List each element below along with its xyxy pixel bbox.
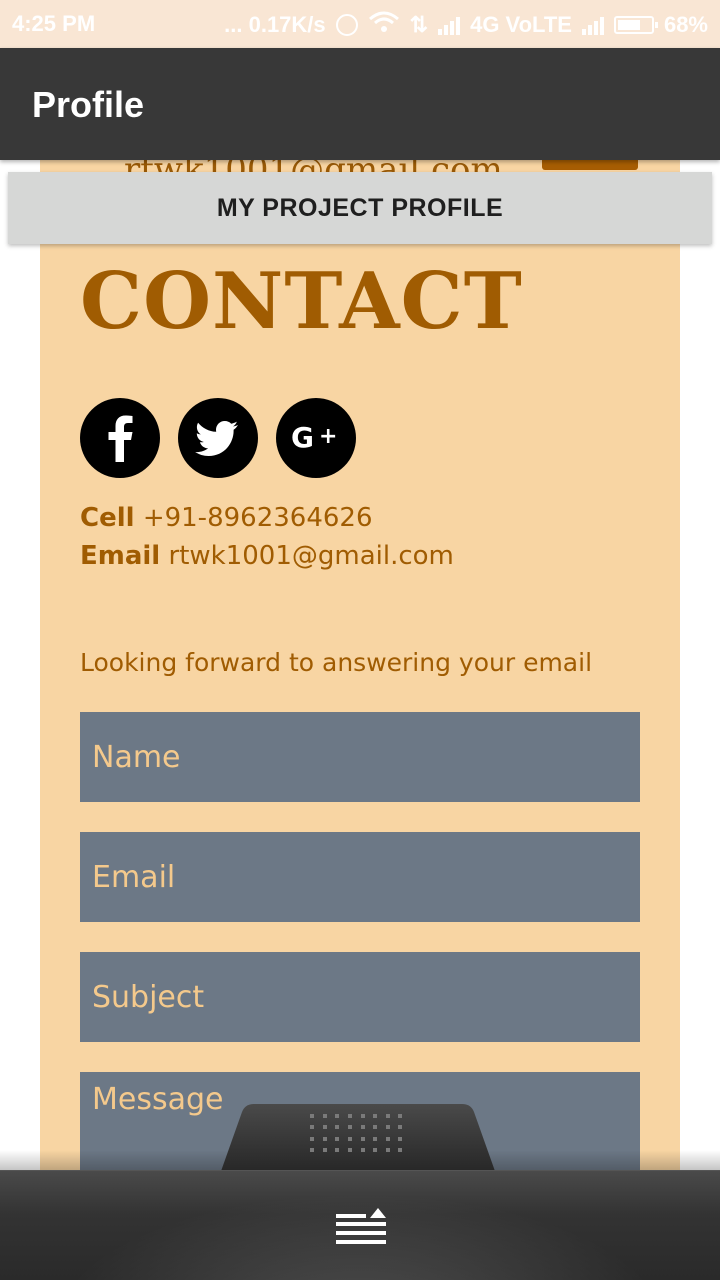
cell-value[interactable]: +91-8962364626 [143,503,373,533]
app-bar: Profile [0,48,720,160]
email-label: Email [80,541,161,571]
svg-text:G: G [291,421,314,454]
social-links: G + [80,398,356,478]
alarm-icon [335,14,358,36]
signal-icon [438,15,461,35]
wifi-icon [368,11,400,39]
network-speed: ... 0.17K/s [224,12,326,37]
svg-text:+: + [319,424,337,449]
email-field[interactable]: Email [80,832,640,922]
signal-icon-secondary [581,15,604,35]
status-bar: 4:25 PM ... 0.17K/s ⇅ 4G VoLTE 68% [0,0,720,48]
cell-line: Cell +91-8962364626 [80,503,372,533]
email-placeholder: Email [92,859,176,895]
twitter-icon[interactable] [178,398,258,478]
subject-placeholder: Subject [92,979,205,1015]
name-placeholder: Name [92,739,181,775]
email-value[interactable]: rtwk1001@gmail.com [169,541,454,571]
menu-expand-icon[interactable] [334,1208,388,1248]
grip-icon [306,1112,410,1156]
battery-level: 68% [663,12,708,37]
google-plus-icon[interactable]: G + [276,398,356,478]
data-arrows-icon: ⇅ [409,12,429,37]
project-profile-tab[interactable]: MY PROJECT PROFILE [8,172,712,244]
network-type: 4G VoLTE [470,12,572,37]
page-title: Profile [32,84,145,125]
message-placeholder: Message [92,1082,224,1117]
screen: 4:25 PM ... 0.17K/s ⇅ 4G VoLTE 68% rtwk1… [0,0,720,1280]
project-profile-label: MY PROJECT PROFILE [216,193,504,222]
subject-field[interactable]: Subject [80,952,640,1042]
contact-heading: CONTACT [80,256,523,347]
status-time: 4:25 PM [12,11,96,36]
contact-tagline: Looking forward to answering your email [80,648,593,677]
email-line: Email rtwk1001@gmail.com [80,541,454,571]
facebook-icon[interactable] [80,398,160,478]
name-field[interactable]: Name [80,712,640,802]
battery-icon [613,16,658,34]
status-indicators: ... 0.17K/s ⇅ 4G VoLTE 68% [224,11,708,39]
cell-label: Cell [80,503,135,533]
